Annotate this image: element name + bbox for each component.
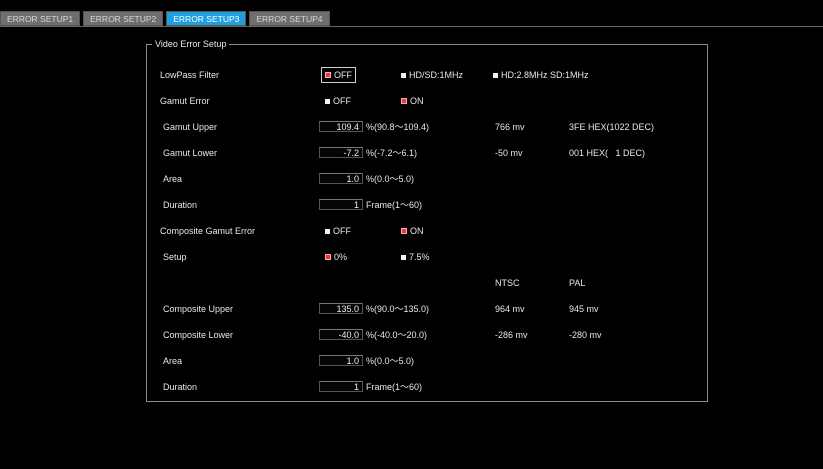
composite-lower-row: Composite Lower -40.0 %(-40.0～20.0) -286 … bbox=[147, 328, 707, 342]
tab-divider bbox=[0, 26, 823, 27]
composite-lower-ntsc: -286 mv bbox=[495, 330, 528, 340]
area-input[interactable]: 1.0 bbox=[319, 173, 363, 184]
lowpass-hd28-option[interactable]: HD:2.8MHz SD:1MHz bbox=[493, 68, 589, 82]
radio-selected-icon bbox=[401, 98, 407, 104]
area-row: Area 1.0 %(0.0～5.0) bbox=[147, 172, 707, 186]
composite-gamut-error-off-option[interactable]: OFF bbox=[325, 224, 351, 238]
composite-upper-pal: 945 mv bbox=[569, 304, 599, 314]
gamut-upper-row: Gamut Upper 109.4 %(90.8～109.4) 766 mv 3F… bbox=[147, 120, 707, 134]
composite-upper-input[interactable]: 135.0 bbox=[319, 303, 363, 314]
gamut-lower-range: %(-7.2～6.1) bbox=[366, 148, 418, 158]
composite-lower-label: Composite Lower bbox=[163, 330, 234, 340]
tab-bar: ERROR SETUP1 ERROR SETUP2 ERROR SETUP3 E… bbox=[0, 11, 333, 26]
gamut-error-row: Gamut Error OFF ON bbox=[147, 94, 707, 108]
tab-error-setup4[interactable]: ERROR SETUP4 bbox=[249, 11, 330, 26]
composite-duration-input[interactable]: 1 bbox=[319, 381, 363, 392]
gamut-upper-hex: 3FE HEX(1022 DEC) bbox=[569, 122, 655, 132]
video-error-setup-panel: Video Error Setup LowPass Filter OFF HD/… bbox=[146, 39, 708, 402]
gamut-upper-label: Gamut Upper bbox=[163, 122, 218, 132]
duration-range: Frame(1～60) bbox=[366, 200, 423, 210]
lowpass-label: LowPass Filter bbox=[160, 70, 220, 80]
composite-upper-row: Composite Upper 135.0 %(90.0～135.0) 964 m… bbox=[147, 302, 707, 316]
composite-duration-label: Duration bbox=[163, 382, 198, 392]
radio-selected-icon bbox=[325, 72, 331, 78]
gamut-error-off-option[interactable]: OFF bbox=[325, 94, 351, 108]
gamut-upper-input[interactable]: 109.4 bbox=[319, 121, 363, 132]
composite-gamut-error-label: Composite Gamut Error bbox=[160, 226, 256, 236]
gamut-upper-mv: 766 mv bbox=[495, 122, 525, 132]
composite-lower-pal: -280 mv bbox=[569, 330, 602, 340]
panel-title: Video Error Setup bbox=[155, 39, 227, 49]
tab-error-setup2[interactable]: ERROR SETUP2 bbox=[83, 11, 164, 26]
gamut-lower-mv: -50 mv bbox=[495, 148, 523, 158]
gamut-lower-input[interactable]: -7.2 bbox=[319, 147, 363, 158]
composite-gamut-error-row: Composite Gamut Error OFF ON bbox=[147, 224, 707, 238]
composite-area-row: Area 1.0 %(0.0～5.0) bbox=[147, 354, 707, 368]
duration-label: Duration bbox=[163, 200, 198, 210]
area-label: Area bbox=[163, 174, 183, 184]
composite-duration-range: Frame(1～60) bbox=[366, 382, 423, 392]
ntsc-header: NTSC bbox=[495, 278, 520, 288]
composite-lower-input[interactable]: -40.0 bbox=[319, 329, 363, 340]
setup-label: Setup bbox=[163, 252, 187, 262]
gamut-lower-label: Gamut Lower bbox=[163, 148, 218, 158]
setup-0-option[interactable]: 0% bbox=[325, 250, 347, 264]
setup-row: Setup 0% 7.5% bbox=[147, 250, 707, 264]
ntsc-pal-header-row: NTSC PAL bbox=[147, 276, 707, 290]
gamut-error-on-option[interactable]: ON bbox=[401, 94, 424, 108]
composite-area-range: %(0.0～5.0) bbox=[366, 356, 415, 366]
composite-upper-label: Composite Upper bbox=[163, 304, 234, 314]
radio-icon bbox=[401, 72, 406, 78]
tab-error-setup1[interactable]: ERROR SETUP1 bbox=[0, 11, 81, 26]
area-range: %(0.0～5.0) bbox=[366, 174, 415, 184]
gamut-upper-range: %(90.8～109.4) bbox=[366, 122, 430, 132]
composite-gamut-error-on-option[interactable]: ON bbox=[401, 224, 424, 238]
composite-duration-row: Duration 1 Frame(1～60) bbox=[147, 380, 707, 394]
gamut-lower-row: Gamut Lower -7.2 %(-7.2～6.1) -50 mv 001 H… bbox=[147, 146, 707, 160]
radio-icon bbox=[401, 254, 406, 260]
duration-row: Duration 1 Frame(1～60) bbox=[147, 198, 707, 212]
radio-icon bbox=[493, 72, 498, 78]
setup-75-option[interactable]: 7.5% bbox=[401, 250, 430, 264]
radio-icon bbox=[325, 228, 330, 234]
gamut-lower-hex: 001 HEX( 1 DEC) bbox=[569, 148, 646, 158]
gamut-error-label: Gamut Error bbox=[160, 96, 210, 106]
composite-area-label: Area bbox=[163, 356, 183, 366]
radio-selected-icon bbox=[401, 228, 407, 234]
tab-error-setup3[interactable]: ERROR SETUP3 bbox=[166, 11, 247, 26]
lowpass-row: LowPass Filter OFF HD/SD:1MHz HD:2.8MHz … bbox=[147, 67, 707, 83]
radio-icon bbox=[325, 98, 330, 104]
duration-input[interactable]: 1 bbox=[319, 199, 363, 210]
composite-upper-range: %(90.0～135.0) bbox=[366, 304, 430, 314]
composite-upper-ntsc: 964 mv bbox=[495, 304, 525, 314]
pal-header: PAL bbox=[569, 278, 586, 288]
lowpass-off-option[interactable]: OFF bbox=[321, 67, 356, 83]
composite-lower-range: %(-40.0～20.0) bbox=[366, 330, 428, 340]
lowpass-hdsd-option[interactable]: HD/SD:1MHz bbox=[401, 68, 463, 82]
composite-area-input[interactable]: 1.0 bbox=[319, 355, 363, 366]
radio-selected-icon bbox=[325, 254, 331, 260]
